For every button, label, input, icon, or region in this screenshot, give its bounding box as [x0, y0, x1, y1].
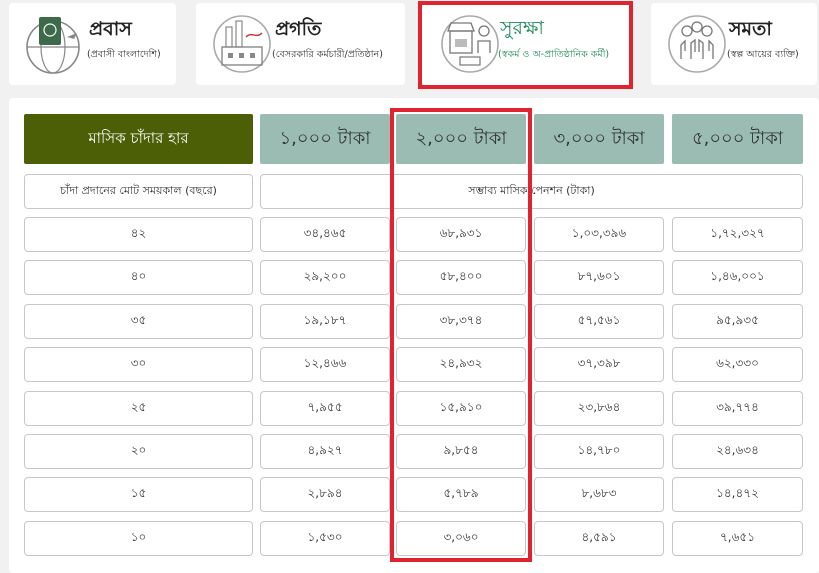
pension-value-cell: ২৯,২০০	[260, 260, 390, 295]
pension-value-cell: ৬৮,৯৩১	[396, 217, 526, 252]
duration-label: চাঁদা প্রদানের মোট সময়কাল (বছরে)	[24, 174, 253, 209]
pension-value-cell: ২৪,৯৩২	[396, 347, 526, 382]
scheme-card-progoti[interactable]: প্রগতি (বেসরকারি কর্মচারী/প্রতিষ্ঠান)	[196, 3, 405, 85]
pension-value-cell: ৫৭,৫৬১	[534, 304, 664, 339]
duration-years-cell: ৩৫	[24, 304, 253, 339]
duration-years-cell: ১০	[24, 521, 253, 556]
pension-value-cell: ৪,৫৯১	[534, 521, 664, 556]
scheme-card-surokkha[interactable]: সুরক্ষা (স্বকর্ম ও অ-প্রাতিষ্ঠানিক কর্মী…	[422, 3, 629, 85]
card-subtitle: (প্রবাসী বাংলাদেশি)	[87, 49, 161, 60]
card-subtitle: (স্বল্প আয়ের ব্যক্তি)	[727, 49, 799, 60]
pension-value-cell: ১,৪৬,০০১	[672, 260, 803, 295]
rate-header: মাসিক চাঁদার হার	[24, 114, 253, 164]
pension-value-cell: ৩৮,৩৭৪	[396, 304, 526, 339]
pension-value-cell: ৩৪,৪৬৫	[260, 217, 390, 252]
duration-years-cell: ৪০	[24, 260, 253, 295]
card-title: সমতা	[729, 18, 772, 40]
pension-value-cell: ৪,৯২৭	[260, 434, 390, 469]
pension-value-cell: ২,৮৯৪	[260, 477, 390, 512]
pension-value-cell: ৭,৯৫৫	[260, 391, 390, 426]
pension-value-cell: ৮৭,৬০১	[534, 260, 664, 295]
card-title: সুরক্ষা	[500, 17, 544, 39]
amount-header-2000[interactable]: ২,০০০ টাকা	[396, 114, 526, 164]
card-subtitle: (বেসরকারি কর্মচারী/প্রতিষ্ঠান)	[272, 49, 383, 60]
pension-value-cell: ৭,৬৫১	[672, 521, 803, 556]
pension-value-cell: ৯৫,৯৩৫	[672, 304, 803, 339]
pension-value-cell: ৬২,৩৩০	[672, 347, 803, 382]
pension-value-cell: ৩,০৬০	[396, 521, 526, 556]
pension-value-cell: ৩৯,৭৭৪	[672, 391, 803, 426]
pension-value-cell: ১২,৪৬৬	[260, 347, 390, 382]
pension-table-panel: মাসিক চাঁদার হার ১,০০০ টাকা ২,০০০ টাকা ৩…	[9, 98, 819, 573]
amount-header-5000[interactable]: ৫,০০০ টাকা	[672, 114, 803, 164]
amount-header-1000[interactable]: ১,০০০ টাকা	[260, 114, 390, 164]
card-title: প্রগতি	[275, 18, 322, 40]
pension-label: সম্ভাব্য মাসিক পেনশন (টাকা)	[260, 174, 803, 209]
pension-value-cell: ৮,৬৮৩	[534, 477, 664, 512]
card-title: প্রবাস	[89, 18, 132, 40]
amount-header-3000[interactable]: ৩,০০০ টাকা	[534, 114, 664, 164]
factory-icon	[213, 15, 271, 73]
duration-years-cell: ২৫	[24, 391, 253, 426]
people-hands-icon	[668, 15, 726, 73]
pension-value-cell: ২৪,৬৩৪	[672, 434, 803, 469]
pension-value-cell: ১৯,১৮৭	[260, 304, 390, 339]
card-subtitle: (স্বকর্ম ও অ-প্রাতিষ্ঠানিক কর্মী)	[498, 49, 610, 60]
pension-value-cell: ১৪,৪৭২	[672, 477, 803, 512]
duration-years-cell: ৪২	[24, 217, 253, 252]
pension-value-cell: ৯,৮৫৪	[396, 434, 526, 469]
pension-value-cell: ১,০৩,৩৯৬	[534, 217, 664, 252]
pension-value-cell: ১৫,৯১০	[396, 391, 526, 426]
duration-years-cell: ৩০	[24, 347, 253, 382]
duration-years-cell: ১৫	[24, 477, 253, 512]
passport-globe-icon	[26, 17, 80, 74]
duration-years-cell: ২০	[24, 434, 253, 469]
pension-value-cell: ১৪,৭৮০	[534, 434, 664, 469]
pension-value-cell: ২৩,৮৬৪	[534, 391, 664, 426]
pension-value-cell: ৫৮,৪০০	[396, 260, 526, 295]
pension-value-cell: ১,৫৩০	[260, 521, 390, 556]
pension-value-cell: ১,৭২,৩২৭	[672, 217, 803, 252]
pension-value-cell: ৫,৭৮৯	[396, 477, 526, 512]
scheme-cards: প্রবাস (প্রবাসী বাংলাদেশি) প্রগতি (বেসরক…	[0, 0, 819, 96]
scheme-card-probash[interactable]: প্রবাস (প্রবাসী বাংলাদেশি)	[9, 3, 176, 85]
shop-worker-icon	[441, 15, 499, 73]
scheme-card-somota[interactable]: সমতা (স্বল্প আয়ের ব্যক্তি)	[651, 3, 817, 85]
pension-value-cell: ৩৭,৩৯৮	[534, 347, 664, 382]
